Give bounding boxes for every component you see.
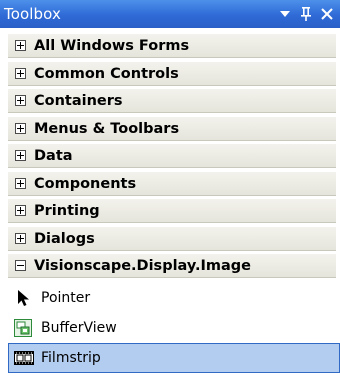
category-visionscape-display-image[interactable]: Visionscape.Display.Image bbox=[8, 254, 336, 278]
expand-plus-icon[interactable] bbox=[15, 122, 26, 134]
category-data[interactable]: Data bbox=[8, 144, 336, 168]
category-label: Menus & Toolbars bbox=[34, 120, 180, 137]
window-position-button[interactable] bbox=[276, 5, 294, 23]
expand-plus-icon[interactable] bbox=[15, 150, 26, 161]
expand-plus-icon[interactable] bbox=[15, 232, 26, 244]
collapse-minus-icon[interactable] bbox=[15, 260, 26, 271]
category-label: Visionscape.Display.Image bbox=[34, 258, 252, 274]
expand-plus-icon[interactable] bbox=[15, 40, 26, 51]
category-list: All Windows Forms Common Controls Contai… bbox=[0, 34, 340, 282]
auto-hide-button[interactable] bbox=[298, 5, 314, 23]
toolbox-item-filmstrip[interactable]: Filmstrip bbox=[8, 343, 340, 373]
toolbox-item-pointer[interactable]: Pointer bbox=[8, 283, 340, 313]
expand-plus-icon[interactable] bbox=[15, 205, 26, 216]
item-label: Filmstrip bbox=[41, 350, 101, 366]
category-label: All Windows Forms bbox=[34, 38, 190, 54]
category-label: Components bbox=[34, 175, 137, 192]
filmstrip-icon bbox=[14, 351, 34, 365]
category-components[interactable]: Components bbox=[8, 171, 336, 196]
toolbox-panel: Toolbox All Windows Forms Common Control… bbox=[0, 0, 340, 376]
pointer-arrow-icon bbox=[18, 290, 29, 306]
toolbox-items: Pointer BufferView Filmstrip bbox=[0, 283, 340, 373]
category-printing[interactable]: Printing bbox=[8, 199, 336, 223]
category-label: Data bbox=[34, 148, 73, 164]
category-dialogs[interactable]: Dialogs bbox=[8, 226, 336, 251]
toolbox-title: Toolbox bbox=[4, 5, 61, 23]
item-label: BufferView bbox=[41, 320, 117, 336]
pin-icon bbox=[301, 7, 311, 21]
toolbox-item-bufferview[interactable]: BufferView bbox=[8, 313, 340, 343]
category-menus-toolbars[interactable]: Menus & Toolbars bbox=[8, 116, 336, 141]
category-label: Common Controls bbox=[34, 65, 179, 82]
category-label: Printing bbox=[34, 203, 100, 219]
expand-plus-icon[interactable] bbox=[15, 95, 26, 106]
expand-plus-icon[interactable] bbox=[15, 177, 26, 189]
category-label: Containers bbox=[34, 93, 123, 109]
category-containers[interactable]: Containers bbox=[8, 89, 336, 113]
bufferview-icon bbox=[14, 319, 32, 337]
expand-plus-icon[interactable] bbox=[15, 67, 26, 79]
item-label: Pointer bbox=[41, 290, 91, 306]
category-all-windows-forms[interactable]: All Windows Forms bbox=[8, 34, 336, 58]
toolbox-titlebar[interactable]: Toolbox bbox=[0, 0, 340, 28]
category-common-controls[interactable]: Common Controls bbox=[8, 61, 336, 86]
category-label: Dialogs bbox=[34, 230, 95, 247]
close-button[interactable] bbox=[318, 5, 336, 23]
close-icon bbox=[321, 8, 333, 20]
chevron-down-icon bbox=[280, 11, 290, 17]
